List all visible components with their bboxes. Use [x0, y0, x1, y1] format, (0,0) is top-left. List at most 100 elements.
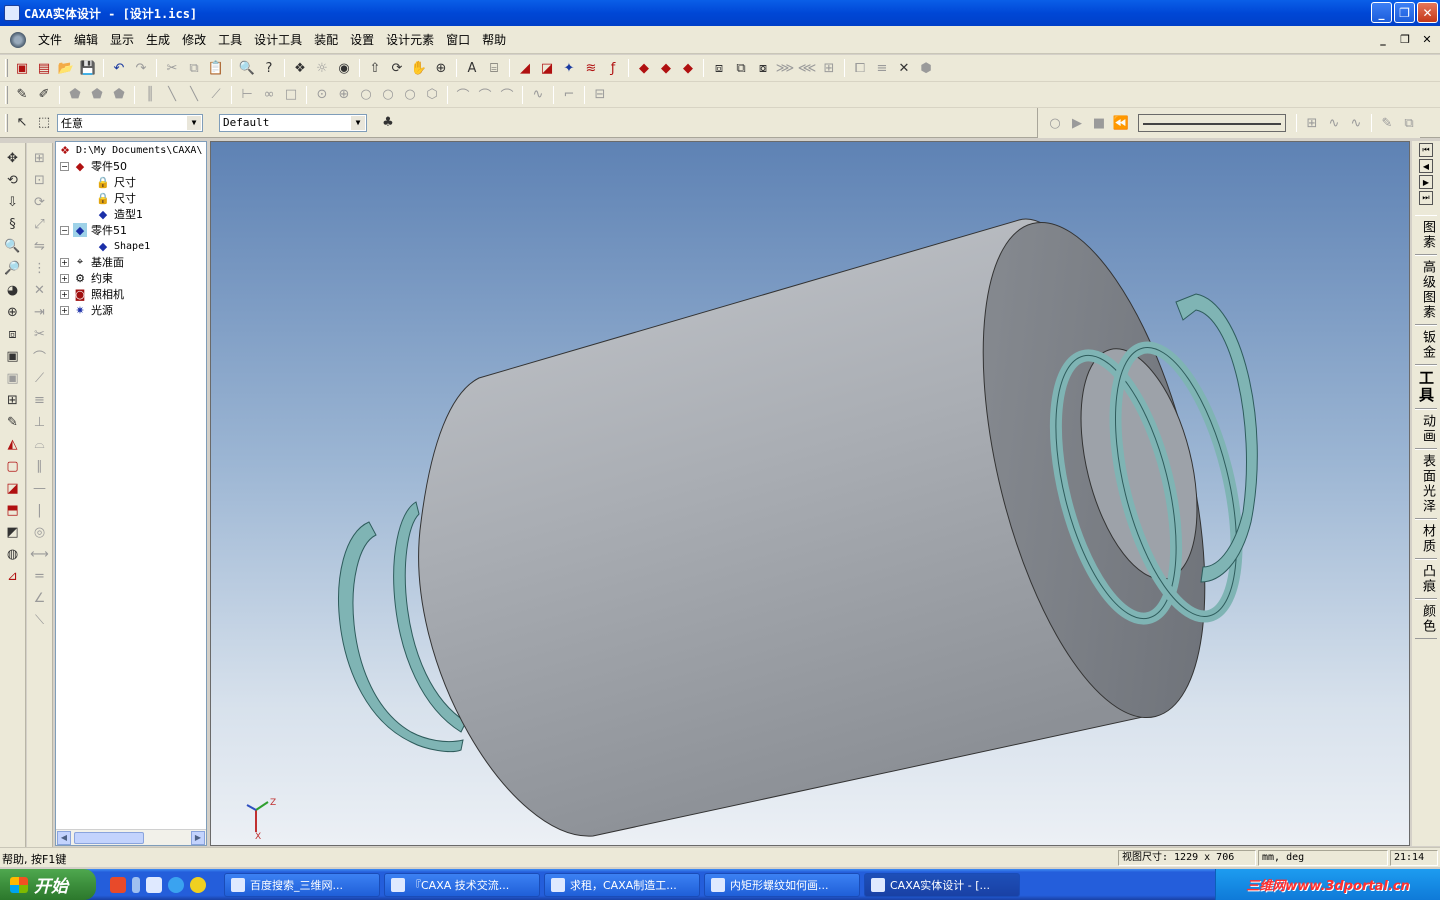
anim-path-icon[interactable]: ∿ — [1323, 112, 1345, 134]
chevron-down-icon[interactable]: ▼ — [187, 115, 201, 130]
restore-button[interactable]: ❐ — [1394, 2, 1415, 23]
orbit-icon[interactable]: ⟲ — [2, 169, 24, 191]
record-icon[interactable]: ○ — [1044, 112, 1066, 134]
anim-camera-icon[interactable]: ⧉ — [1398, 112, 1420, 134]
vt-angle-icon[interactable]: ∠ — [29, 587, 51, 609]
doc-minimize-button[interactable]: _ — [1374, 30, 1392, 48]
document-icon[interactable] — [10, 31, 26, 48]
chevron-down-icon[interactable]: ▼ — [351, 115, 365, 130]
menu-edit[interactable]: 编辑 — [68, 30, 104, 50]
rect-icon[interactable]: □ — [280, 84, 302, 106]
move-view-icon[interactable]: ✥ — [2, 147, 24, 169]
menu-display[interactable]: 显示 — [104, 30, 140, 50]
vt-equal-icon[interactable]: = — [29, 565, 51, 587]
vt-mirror-icon[interactable]: ⇋ — [29, 235, 51, 257]
rewind-icon[interactable]: ⏪ — [1110, 112, 1132, 134]
minimize-button[interactable]: _ — [1371, 2, 1392, 23]
collapse-toggle[interactable]: − — [60, 225, 69, 235]
taskbar-item-caxa-forum[interactable]: 『CAXA 技术交流... — [384, 872, 540, 897]
mirror-icon[interactable]: ⋘ — [796, 57, 818, 79]
tree-item-part51[interactable]: − ◆ 零件51 — [60, 222, 127, 238]
vt-chamfer-icon[interactable]: ⟋ — [29, 367, 51, 389]
vt-tangent-icon[interactable]: ⌓ — [29, 433, 51, 455]
material-icon[interactable]: ⬢ — [915, 57, 937, 79]
expand-toggle[interactable]: + — [60, 305, 69, 315]
new-design-icon[interactable]: ▣ — [11, 57, 33, 79]
circle3-icon[interactable]: ○ — [355, 84, 377, 106]
menu-generate[interactable]: 生成 — [140, 30, 176, 50]
tree-item-datum[interactable]: + ⌖ 基准面 — [60, 254, 124, 270]
vt-offset-icon[interactable]: ≡ — [29, 389, 51, 411]
scroll-right-icon[interactable]: ▶ — [191, 830, 205, 845]
tree-root[interactable]: ❖ D:\My Documents\CAXA\ — [58, 142, 202, 158]
circle5-icon[interactable]: ○ — [399, 84, 421, 106]
tree-item-part50[interactable]: − ◆ 零件50 — [60, 158, 127, 174]
boolean-int-icon[interactable]: ⧇ — [752, 57, 774, 79]
vt-break-icon[interactable]: ✂ — [29, 323, 51, 345]
tab-emboss[interactable]: 凸痕 — [1415, 559, 1437, 599]
vt-trim-icon[interactable]: ✕ — [29, 279, 51, 301]
filter-select[interactable]: 任意 ▼ — [57, 113, 203, 132]
tree-item-camera[interactable]: + ◙ 照相机 — [60, 286, 124, 302]
sketch-plane-icon[interactable]: ◭ — [2, 433, 24, 455]
animation-slider[interactable] — [1138, 114, 1286, 132]
corner-icon[interactable]: ⌐ — [558, 84, 580, 106]
pick-icon[interactable]: ✎ — [11, 84, 33, 106]
section-icon[interactable]: ⬒ — [2, 499, 24, 521]
quicklaunch-ie-icon[interactable] — [168, 876, 184, 893]
tab-prev-icon[interactable]: ◀ — [1419, 159, 1433, 173]
expand-toggle[interactable]: + — [60, 257, 69, 267]
vt-perp-icon[interactable]: ⊥ — [29, 411, 51, 433]
line-icon[interactable]: ╲ — [161, 84, 183, 106]
camera-icon[interactable]: ◉ — [333, 57, 355, 79]
vt-scale-icon[interactable]: ⤢ — [29, 213, 51, 235]
vt-slope-icon[interactable]: ⟍ — [29, 609, 51, 631]
tab-last-icon[interactable]: ⏭ — [1419, 191, 1433, 205]
taskbar-item-caxa-app[interactable]: CAXA实体设计 - [... — [864, 872, 1020, 897]
tab-surface-finish[interactable]: 表面光泽 — [1415, 449, 1437, 519]
ungroup-icon[interactable]: ≡ — [871, 57, 893, 79]
menu-window[interactable]: 窗口 — [440, 30, 476, 50]
menu-assembly[interactable]: 装配 — [308, 30, 344, 50]
light-icon[interactable]: ☼ — [311, 57, 333, 79]
scale-icon[interactable]: ⊞ — [818, 57, 840, 79]
cut-icon[interactable]: ✂ — [161, 57, 183, 79]
copy-icon[interactable]: ⧉ — [183, 57, 205, 79]
arc-icon[interactable]: ⌒ — [452, 84, 474, 106]
taskbar-item-thread[interactable]: 内矩形螺纹如何画... — [704, 872, 860, 897]
find-icon[interactable]: 🔍 — [236, 57, 258, 79]
pattern-icon[interactable]: ⋙ — [774, 57, 796, 79]
paint3-icon[interactable]: ⬟ — [108, 84, 130, 106]
cut-plane-icon[interactable]: ◪ — [2, 477, 24, 499]
tab-sheetmetal[interactable]: 钣金 — [1415, 325, 1437, 365]
render-icon[interactable]: ❖ — [289, 57, 311, 79]
save-icon[interactable]: 💾 — [77, 57, 99, 79]
chamfer-icon[interactable]: ◆ — [677, 57, 699, 79]
play-icon[interactable]: ▶ — [1066, 112, 1088, 134]
menu-design-elements[interactable]: 设计元素 — [380, 30, 440, 50]
taskbar-item-baidu[interactable]: 百度搜索_三维网... — [224, 872, 380, 897]
expand-toggle[interactable]: + — [60, 289, 69, 299]
circle-icon[interactable]: ⊙ — [311, 84, 333, 106]
node-icon[interactable]: ⊢ — [236, 84, 258, 106]
scroll-thumb[interactable] — [74, 831, 144, 844]
dimension-icon[interactable]: ⌸ — [483, 57, 505, 79]
circle4-icon[interactable]: ○ — [377, 84, 399, 106]
start-button[interactable]: 开始 — [0, 869, 96, 900]
collapse-toggle[interactable]: − — [60, 161, 69, 171]
tree-item-shape1[interactable]: ◆ Shape1 — [96, 238, 150, 254]
anim-edit-icon[interactable]: ✎ — [1376, 112, 1398, 134]
tab-next-icon[interactable]: ▶ — [1419, 175, 1433, 189]
revolve-icon[interactable]: ◪ — [536, 57, 558, 79]
sweep-icon[interactable]: ✦ — [558, 57, 580, 79]
doc-close-button[interactable]: ✕ — [1418, 30, 1436, 48]
circle2-icon[interactable]: ⊕ — [333, 84, 355, 106]
tree-item-light[interactable]: + ✷ 光源 — [60, 302, 113, 318]
zoom-view-icon[interactable]: 🔍 — [2, 235, 24, 257]
stop-icon[interactable]: ■ — [1088, 112, 1110, 134]
tab-first-icon[interactable]: ⏮ — [1419, 143, 1433, 157]
menu-design-tools[interactable]: 设计工具 — [248, 30, 308, 50]
close-button[interactable]: ✕ — [1417, 2, 1438, 23]
anim-key-icon[interactable]: ⊞ — [1301, 112, 1323, 134]
tab-animation[interactable]: 动画 — [1415, 409, 1437, 449]
